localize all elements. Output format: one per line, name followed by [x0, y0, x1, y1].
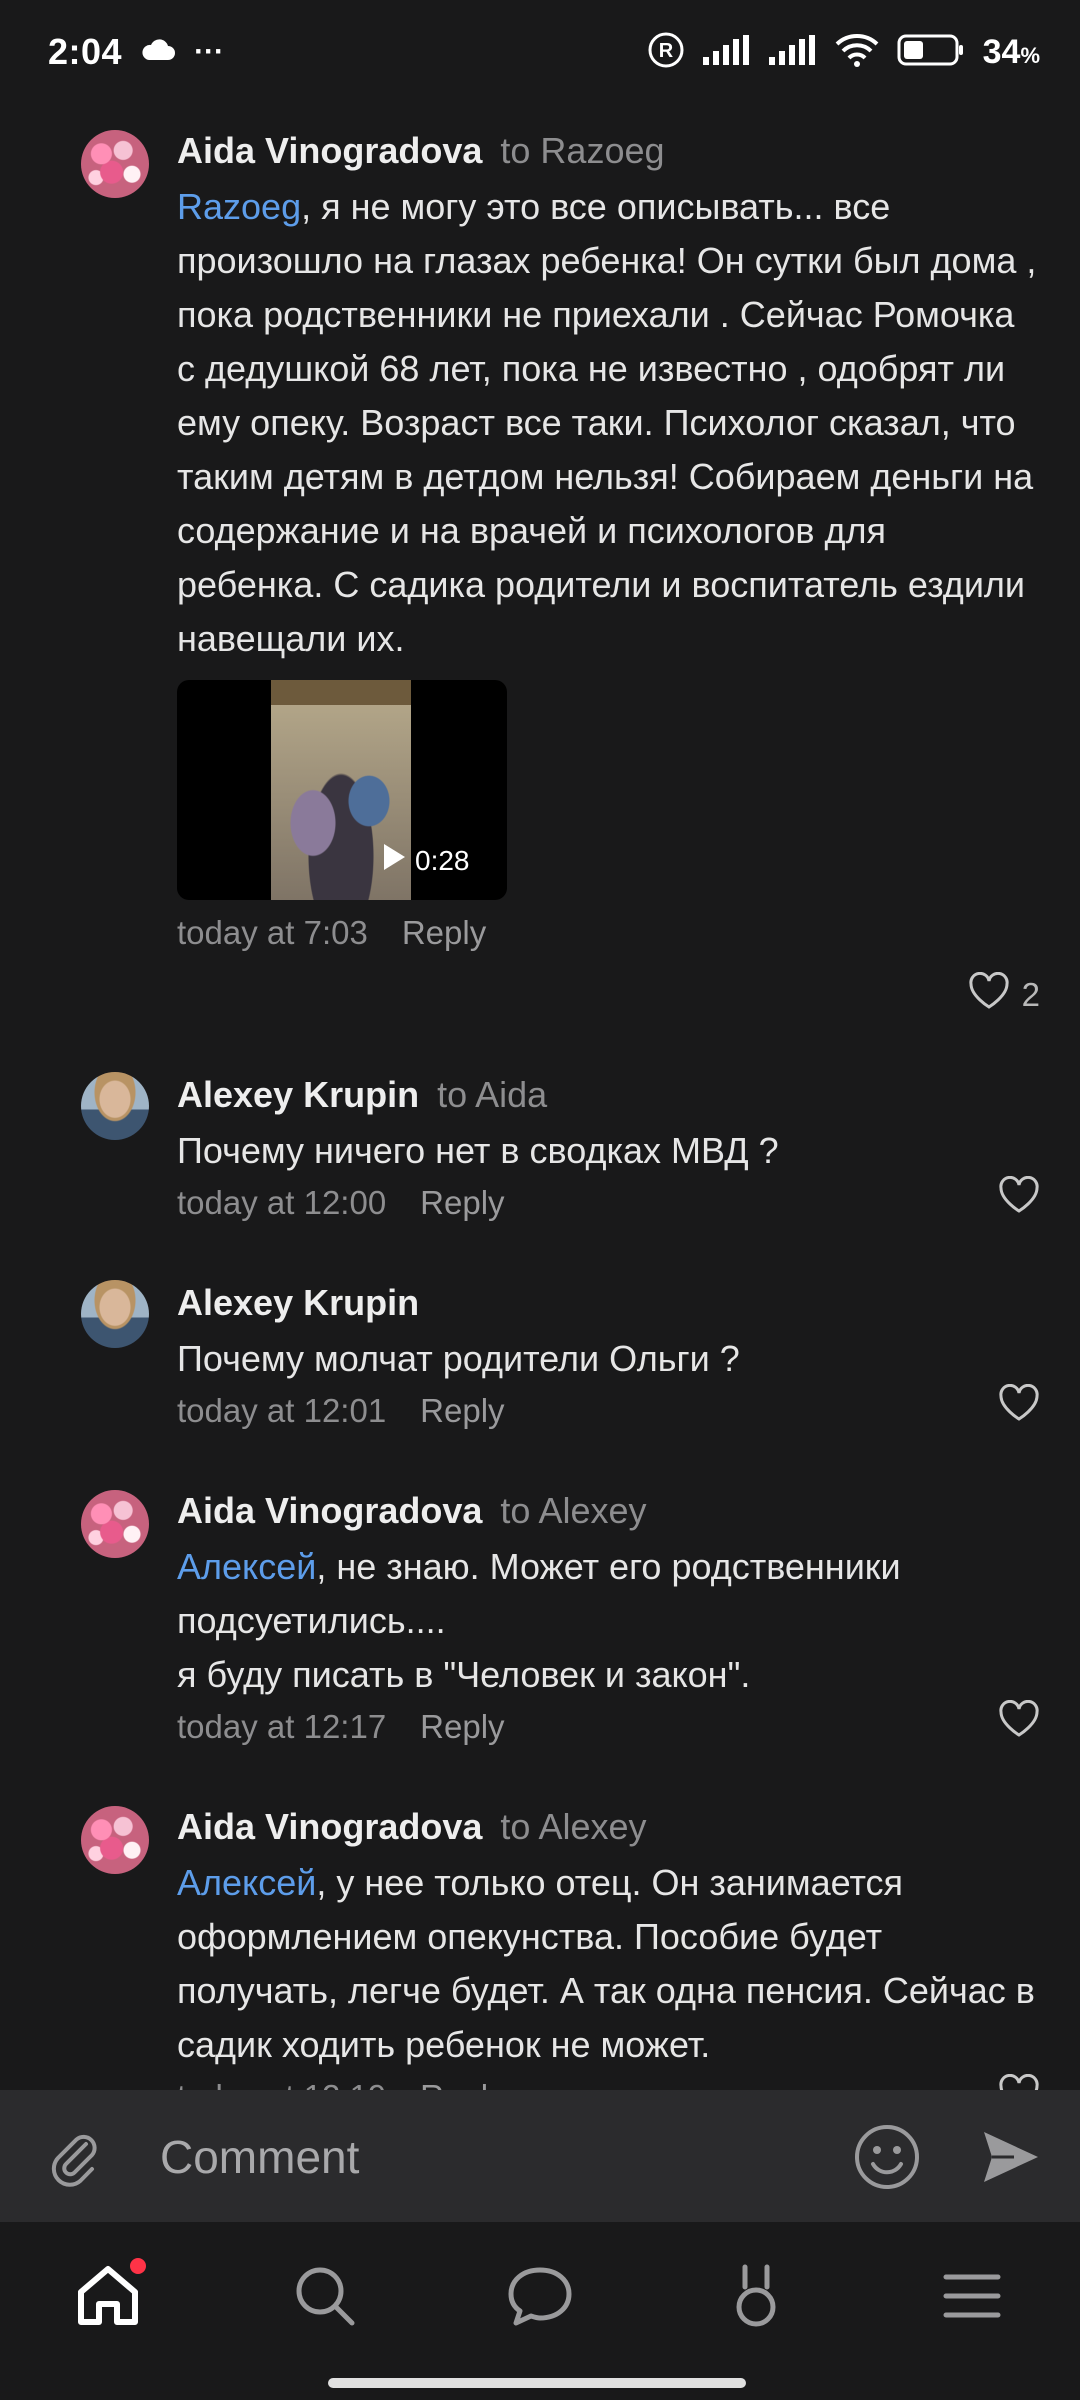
- registered-icon: R: [647, 31, 685, 74]
- menu-icon: [942, 2271, 1002, 2326]
- comment-author[interactable]: Alexey Krupin: [177, 1074, 419, 1115]
- reply-button[interactable]: Reply: [402, 914, 486, 952]
- comment-author[interactable]: Aida Vinogradova: [177, 1490, 482, 1531]
- messages-icon: [507, 2265, 573, 2332]
- search-icon: [293, 2264, 357, 2333]
- like-button[interactable]: [998, 1175, 1040, 1222]
- more-dots: ···: [194, 35, 225, 68]
- battery-percent: 34%: [982, 32, 1040, 71]
- nav-search[interactable]: [285, 2258, 365, 2338]
- cloud-icon: [140, 38, 176, 67]
- comment-text: Почему молчат родители Ольги ?: [177, 1338, 740, 1379]
- comment-recipient: to Alexey: [500, 1490, 647, 1531]
- like-count: 2: [1021, 976, 1040, 1013]
- comments-feed[interactable]: Aida Vinogradova to Razoeg Razoeg, я не м…: [0, 104, 1080, 2090]
- like-button[interactable]: [998, 2073, 1040, 2090]
- avatar[interactable]: [81, 130, 149, 198]
- comment-time: today at 12:01: [177, 1392, 387, 1429]
- nav-notifications[interactable]: [716, 2258, 796, 2338]
- bottom-navigation: [0, 2222, 1080, 2400]
- heart-icon: [968, 971, 1010, 1018]
- video-duration: 0:28: [381, 842, 470, 879]
- signal-icon: [702, 34, 751, 70]
- avatar[interactable]: [81, 1280, 149, 1348]
- comment-recipient: to Aida: [437, 1074, 548, 1115]
- play-icon[interactable]: [381, 842, 407, 879]
- send-icon[interactable]: [980, 2128, 1042, 2191]
- comment-author[interactable]: Aida Vinogradova: [177, 130, 482, 171]
- battery-icon: [897, 33, 965, 72]
- reply-button[interactable]: Reply: [420, 1392, 504, 1430]
- heart-icon: [998, 1383, 1040, 1430]
- comment-text: Алексей, у нее только отец. Он занимаетс…: [177, 1862, 1035, 2065]
- notification-dot: [130, 2258, 146, 2274]
- like-button[interactable]: [998, 1383, 1040, 1430]
- mention-link[interactable]: Алексей: [177, 1546, 316, 1587]
- home-indicator[interactable]: [328, 2378, 746, 2388]
- heart-icon: [998, 2073, 1040, 2090]
- avatar[interactable]: [81, 1490, 149, 1558]
- comment-time: today at 12:17: [177, 1708, 387, 1745]
- like-button[interactable]: 2: [968, 971, 1040, 1018]
- heart-icon: [998, 1699, 1040, 1746]
- comment-recipient: to Alexey: [500, 1806, 647, 1847]
- nav-menu[interactable]: [932, 2258, 1012, 2338]
- comment-time: today at 12:00: [177, 1184, 387, 1221]
- mention-link[interactable]: Алексей: [177, 1862, 316, 1903]
- comment-author[interactable]: Aida Vinogradova: [177, 1806, 482, 1847]
- mention-link[interactable]: Razoeg: [177, 186, 301, 227]
- heart-icon: [998, 1175, 1040, 1222]
- comment-text: Алексей, не знаю. Может его родственники…: [177, 1546, 901, 1695]
- comment-text: Почему ничего нет в сводках МВД ?: [177, 1130, 779, 1171]
- nav-messages[interactable]: [500, 2258, 580, 2338]
- comment-input[interactable]: [158, 2120, 822, 2194]
- reply-button[interactable]: Reply: [420, 1184, 504, 1222]
- avatar[interactable]: [81, 1806, 149, 1874]
- status-time: 2:04: [48, 31, 123, 72]
- comment-time: today at 12:19: [177, 2078, 386, 2090]
- wifi-icon: [835, 33, 879, 72]
- svg-text:R: R: [658, 40, 673, 62]
- nav-home[interactable]: [68, 2258, 148, 2338]
- comment-text: Razoeg, я не могу это все описывать... в…: [177, 186, 1037, 659]
- avatar[interactable]: [81, 1072, 149, 1140]
- comment-time: today at 7:03: [177, 914, 368, 951]
- reply-button[interactable]: Reply: [420, 2078, 504, 2090]
- like-button[interactable]: [998, 1699, 1040, 1746]
- home-icon: [75, 2264, 141, 2333]
- comment-author[interactable]: Alexey Krupin: [177, 1282, 419, 1323]
- comment-composer: [0, 2090, 1080, 2222]
- comment-recipient: to Razoeg: [500, 130, 665, 171]
- emoji-icon[interactable]: [852, 2122, 922, 2197]
- notifications-icon: [728, 2263, 784, 2334]
- signal-icon: [768, 34, 817, 70]
- paperclip-icon[interactable]: [46, 2128, 106, 2193]
- reply-button[interactable]: Reply: [420, 1708, 504, 1746]
- video-thumbnail[interactable]: 0:28: [177, 680, 507, 900]
- status-bar: 2:04 ··· R 34%: [0, 0, 1080, 104]
